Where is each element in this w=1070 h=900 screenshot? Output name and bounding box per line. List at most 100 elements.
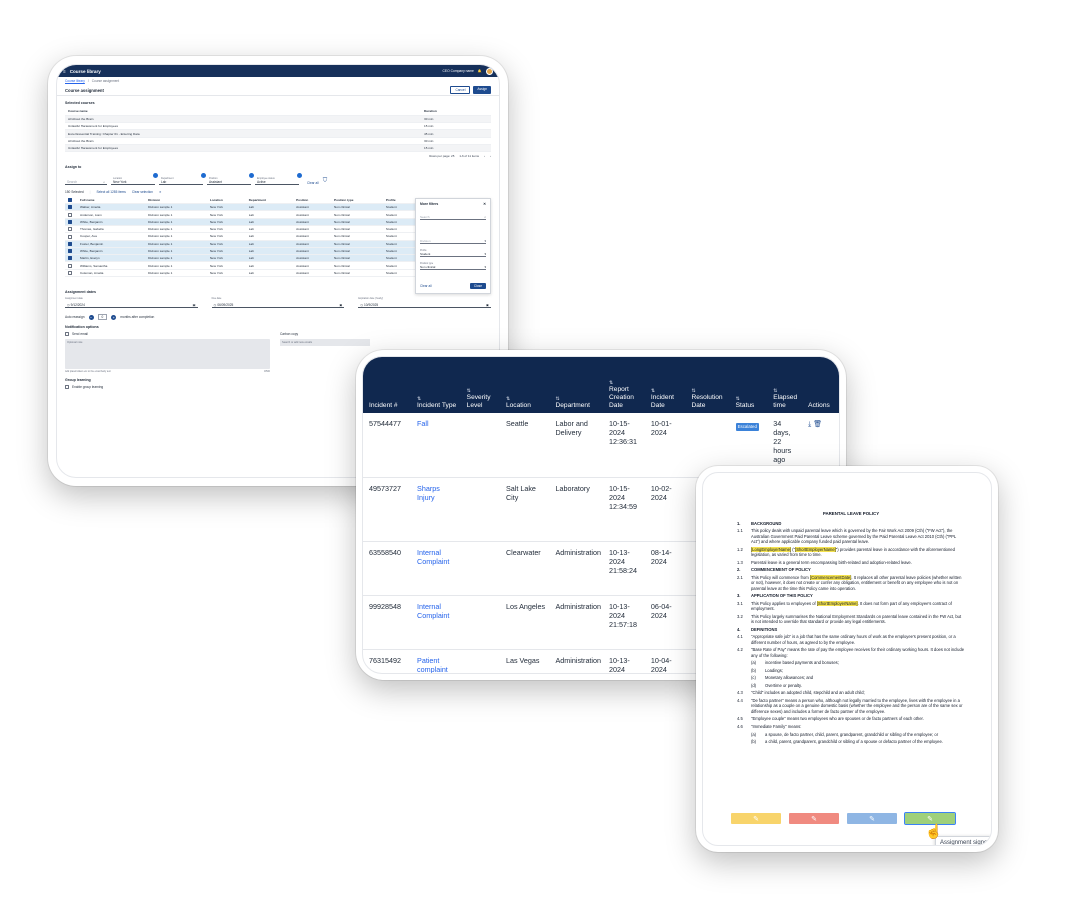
breadcrumb-course-library[interactable]: Course library [65, 79, 85, 83]
increment-icon[interactable]: + [111, 314, 117, 320]
table-row[interactable]: Coleman, Amelia Division sample 1 New York… [65, 269, 417, 278]
profile-select[interactable]: Profile Student ▾ [420, 247, 486, 258]
bell-icon[interactable]: 🔔 [478, 69, 482, 73]
row-checkbox[interactable] [65, 232, 77, 241]
type-cell[interactable]: Internal Complaint [412, 595, 462, 650]
id-value: 76315492 [369, 655, 401, 665]
column-header[interactable]: ⇅ Incident Date [645, 357, 687, 413]
signer-button[interactable]: ✎ [731, 813, 781, 824]
signer-button[interactable]: ✎ [789, 813, 839, 824]
table-row[interactable]: Walker, Amelia Division sample 1 New York L… [65, 203, 417, 212]
table-row[interactable]: Anderson, Liam Division sample 1 New York L… [65, 210, 417, 219]
position-type-select[interactable]: Position type Non clinical ▾ [420, 260, 486, 271]
menu-icon[interactable]: ≡ [63, 69, 66, 74]
table-row[interactable]: White, Benjamin Division sample 1 New York… [65, 247, 417, 256]
assign-button[interactable]: Assign [473, 86, 491, 94]
panel-clear-all-link[interactable]: Clear all [420, 284, 432, 288]
column-header[interactable]: ⇅ Status [730, 357, 769, 413]
department-filter[interactable]: Department Lab [159, 173, 206, 186]
close-icon[interactable]: ✕ [483, 202, 486, 206]
column-header[interactable]: ⇅ Elapsed time [768, 357, 804, 413]
placeholder-field[interactable]: [CommencementDate] [809, 574, 852, 580]
location-filter[interactable]: Location New York [111, 173, 158, 186]
type-cell[interactable]: Internal Complaint [412, 541, 462, 596]
table-row[interactable]: Foster, Benjamin Division sample 1 New Yor… [65, 240, 417, 248]
row-checkbox[interactable] [65, 254, 77, 263]
type-cell[interactable]: Patient complaint [412, 649, 462, 674]
row-checkbox[interactable] [65, 210, 77, 219]
placeholder-field[interactable]: [ShortEmployerName] [795, 546, 836, 552]
cancel-button[interactable]: Cancel [450, 86, 471, 94]
decrement-icon[interactable]: − [88, 314, 94, 320]
created-cell: 10-15-2024 12:34:59 [604, 477, 646, 542]
table-row[interactable]: Cooper, Ava Division sample 1 New York Lab A… [65, 232, 417, 241]
row-checkbox[interactable] [65, 225, 77, 234]
due-date-field[interactable]: Due date ◷ 06/09/2025 ▣ [211, 297, 345, 309]
row-checkbox[interactable] [65, 203, 77, 212]
close-icon[interactable]: ✕ [159, 190, 162, 194]
company-name[interactable]: CEO Company name [443, 69, 474, 73]
send-email-checkbox[interactable]: Send email [65, 332, 270, 337]
type-value[interactable]: Internal Complaint [417, 602, 449, 620]
filter-icon[interactable]: ⛉ [323, 178, 328, 185]
table-row[interactable]: White, Benjamin Division sample 1 New York… [65, 218, 417, 226]
placeholder-field[interactable]: [ShortEmployerName] [816, 600, 858, 606]
select-all-checkbox[interactable] [65, 196, 77, 205]
placeholder-field[interactable]: [LongEmployerName] [751, 546, 792, 552]
reassign-months-input[interactable]: 0 [97, 314, 108, 321]
calendar-button-icon[interactable]: ▣ [486, 303, 489, 307]
expiration-date-field[interactable]: Expiration date (Yearly) ◷ 10/9/2025 ▣ [358, 297, 492, 309]
calendar-button-icon[interactable]: ▣ [193, 303, 196, 307]
panel-search-input[interactable]: Search ⌕ [420, 212, 486, 221]
location-cell: New York [206, 254, 246, 263]
next-page-icon[interactable]: › [490, 154, 491, 158]
download-icon[interactable]: ⤓ [808, 421, 811, 428]
clear-selection-link[interactable]: Clear selection [132, 190, 153, 194]
table-row[interactable]: Thomas, Isabella Division sample 1 New Yor… [65, 225, 417, 234]
prev-page-icon[interactable]: ‹ [484, 154, 485, 158]
column-header[interactable]: ⇅ Resolution Date [686, 357, 731, 413]
pagination-range: 1-6 of 11 items [459, 154, 479, 159]
clause-text: a spouse, de facto partner, child, paren… [765, 732, 965, 737]
assignment-date-field[interactable]: Assignment date ◷ 9/12/2024 ▣ [65, 297, 198, 309]
row-checkbox[interactable] [65, 240, 77, 248]
search-input[interactable]: Search ⌕ [65, 176, 107, 186]
column-header[interactable]: ⇅ Incident Type [412, 357, 462, 413]
avatar[interactable] [486, 67, 493, 75]
assign-to-section: Assign to Search ⌕ Location New York Depa… [57, 165, 499, 196]
type-cell[interactable]: Fall [412, 413, 462, 478]
type-value[interactable]: Internal Complaint [417, 548, 449, 566]
column-header[interactable]: ⇅ Department [550, 357, 605, 413]
row-checkbox[interactable] [65, 218, 77, 226]
table-row[interactable]: Martin, Evelyn Division sample 1 New York L… [65, 254, 417, 263]
type-value[interactable]: Fall [417, 419, 429, 428]
column-header[interactable]: Incident # [363, 357, 413, 413]
select-all-link[interactable]: Select all 1285 items [96, 190, 125, 194]
division-select[interactable]: Division ▾ [420, 236, 486, 245]
section-heading: Notification options [65, 325, 99, 330]
employee-status-filter[interactable]: Employee status Active [255, 173, 302, 186]
signer-button[interactable]: ✎ [847, 813, 897, 824]
type-cell[interactable]: Sharps Injury [412, 477, 462, 542]
clear-all-filters-link[interactable]: Clear all [307, 181, 319, 185]
row-checkbox[interactable] [65, 247, 77, 256]
cc-input[interactable]: Search or add new emails [280, 339, 370, 347]
table-row[interactable]: Williams, Samantha Division sample 1 New Y… [65, 261, 417, 270]
email-message-textarea[interactable]: Optional note [65, 339, 270, 370]
column-header[interactable]: ⇅ Location [500, 357, 551, 413]
clause-number: (a) [751, 731, 757, 737]
column-header[interactable]: Actions [803, 357, 839, 413]
clause-pre: This Policy applies to employees of [751, 600, 816, 606]
trash-icon[interactable]: 🗑 [813, 421, 822, 428]
calendar-button-icon[interactable]: ▣ [339, 303, 342, 307]
column-header[interactable]: ⇅ Report Creation Date [604, 357, 646, 413]
position-filter[interactable]: Position Assistant [207, 173, 254, 186]
type-value[interactable]: Patient complaint [417, 656, 448, 674]
row-checkbox[interactable] [65, 269, 77, 278]
type-value[interactable]: Sharps Injury [417, 484, 440, 502]
rows-per-page[interactable]: Rows per page: 25 [429, 154, 454, 158]
row-checkbox[interactable] [65, 261, 77, 270]
panel-close-button[interactable]: Close [469, 283, 486, 290]
policy-clause: 2. COMMENCEMENT OF POLICY [737, 567, 965, 572]
column-header[interactable]: ⇅ Severity Level [461, 357, 501, 413]
